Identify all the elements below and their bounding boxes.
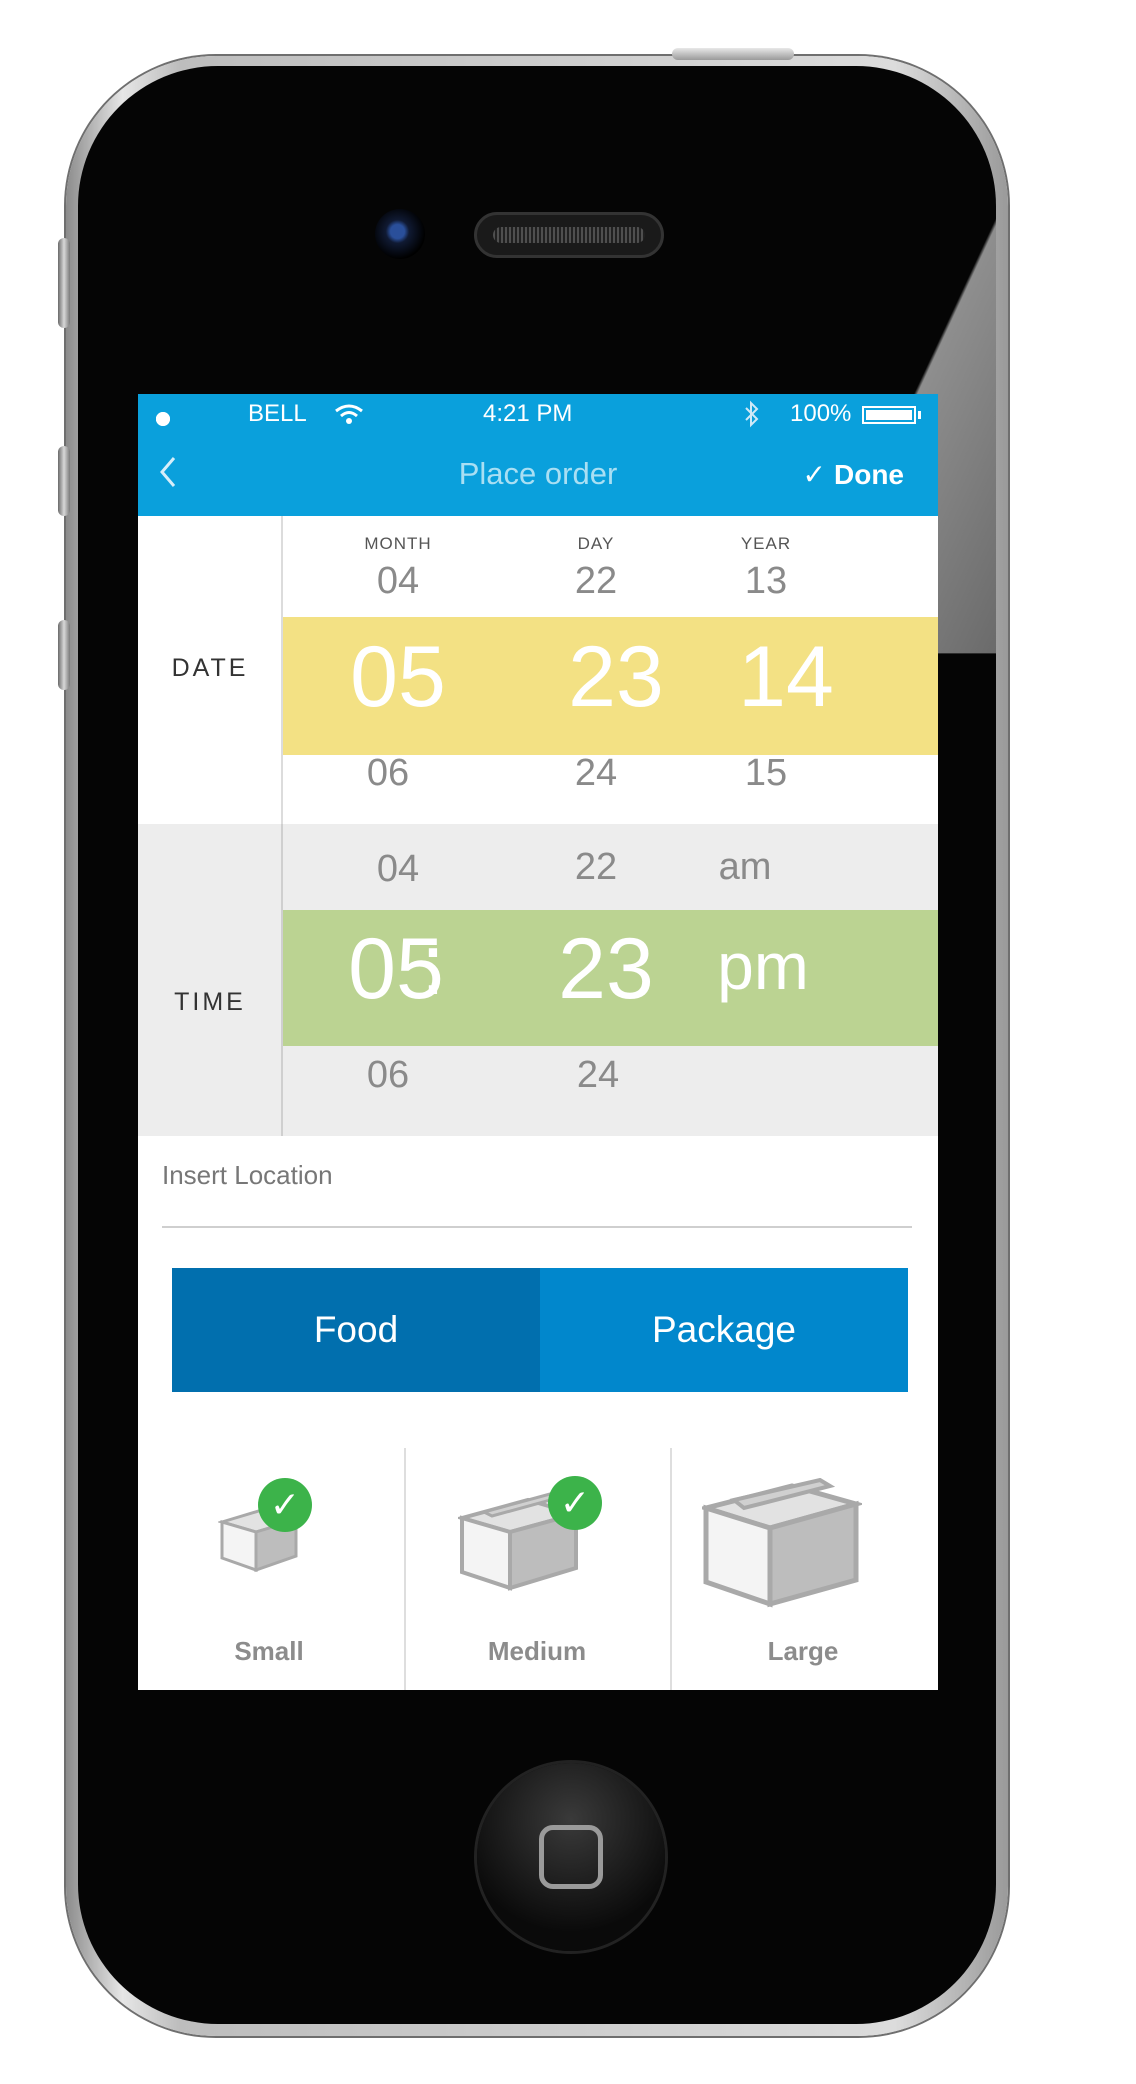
medium-checkmark-icon: ✓ (548, 1476, 602, 1530)
home-button[interactable] (477, 1763, 665, 1951)
mute-switch (58, 238, 70, 328)
front-camera (375, 209, 425, 259)
home-square-icon (539, 1825, 603, 1889)
month-header: MONTH (364, 534, 432, 553)
wifi-icon (335, 404, 363, 424)
battery-icon (862, 406, 916, 424)
battery-percent: 100% (790, 400, 852, 427)
size-option-medium[interactable]: ✓ Medium (406, 1448, 668, 1690)
food-segment-button[interactable]: Food (172, 1268, 540, 1392)
volume-down-button (58, 620, 70, 690)
time-separator: : (421, 917, 445, 1013)
month-selected[interactable]: 05 (288, 628, 508, 727)
time-picker: TIME 04 22 am 05 : 23 pm 06 24 (138, 824, 938, 1136)
month-prev[interactable]: 04 (308, 560, 488, 603)
year-prev[interactable]: 13 (676, 560, 856, 603)
hour-prev[interactable]: 04 (308, 848, 488, 891)
status-time: 4:21 PM (483, 400, 573, 427)
year-next[interactable]: 15 (676, 752, 856, 795)
day-prev[interactable]: 22 (506, 560, 686, 603)
status-bar: BELL 4:21 PM 100% (138, 394, 938, 434)
location-input[interactable]: Insert Location (162, 1160, 912, 1191)
small-label: Small (234, 1636, 304, 1666)
medium-label: Medium (487, 1636, 587, 1666)
date-label: DATE (171, 654, 249, 682)
location-underline (162, 1226, 912, 1228)
navigation-bar: Place order ✓ Done (138, 434, 938, 516)
ampm-selected[interactable]: pm (653, 928, 873, 1004)
size-option-small[interactable]: ✓ Small (138, 1448, 400, 1690)
minute-next[interactable]: 24 (508, 1054, 688, 1097)
large-box-icon (702, 1478, 862, 1608)
done-button[interactable]: ✓ Done (803, 458, 904, 491)
month-next[interactable]: 06 (298, 752, 478, 795)
small-checkmark-icon: ✓ (258, 1478, 312, 1532)
year-header: YEAR (740, 534, 792, 553)
hour-next[interactable]: 06 (298, 1054, 478, 1097)
done-label: Done (834, 459, 904, 490)
app-screen: BELL 4:21 PM 100% Place order ✓ Done DATE… (138, 394, 938, 1690)
ampm-prev[interactable]: am (655, 846, 835, 889)
checkmark-icon: ✓ (802, 459, 826, 490)
size-option-large[interactable]: Large (672, 1448, 934, 1690)
earpiece-speaker (474, 212, 664, 258)
day-next[interactable]: 24 (506, 752, 686, 795)
date-picker: DATE MONTH DAY YEAR 04 22 13 05 23 14 06… (138, 516, 938, 824)
large-label: Large (767, 1636, 839, 1666)
volume-up-button (58, 446, 70, 516)
carrier-name: BELL (248, 400, 307, 427)
year-selected[interactable]: 14 (676, 628, 896, 727)
sleep-button (672, 48, 794, 60)
day-header: DAY (577, 534, 615, 553)
package-segment-button[interactable]: Package (540, 1268, 908, 1392)
time-label: TIME (174, 988, 246, 1016)
bluetooth-icon (745, 400, 759, 428)
